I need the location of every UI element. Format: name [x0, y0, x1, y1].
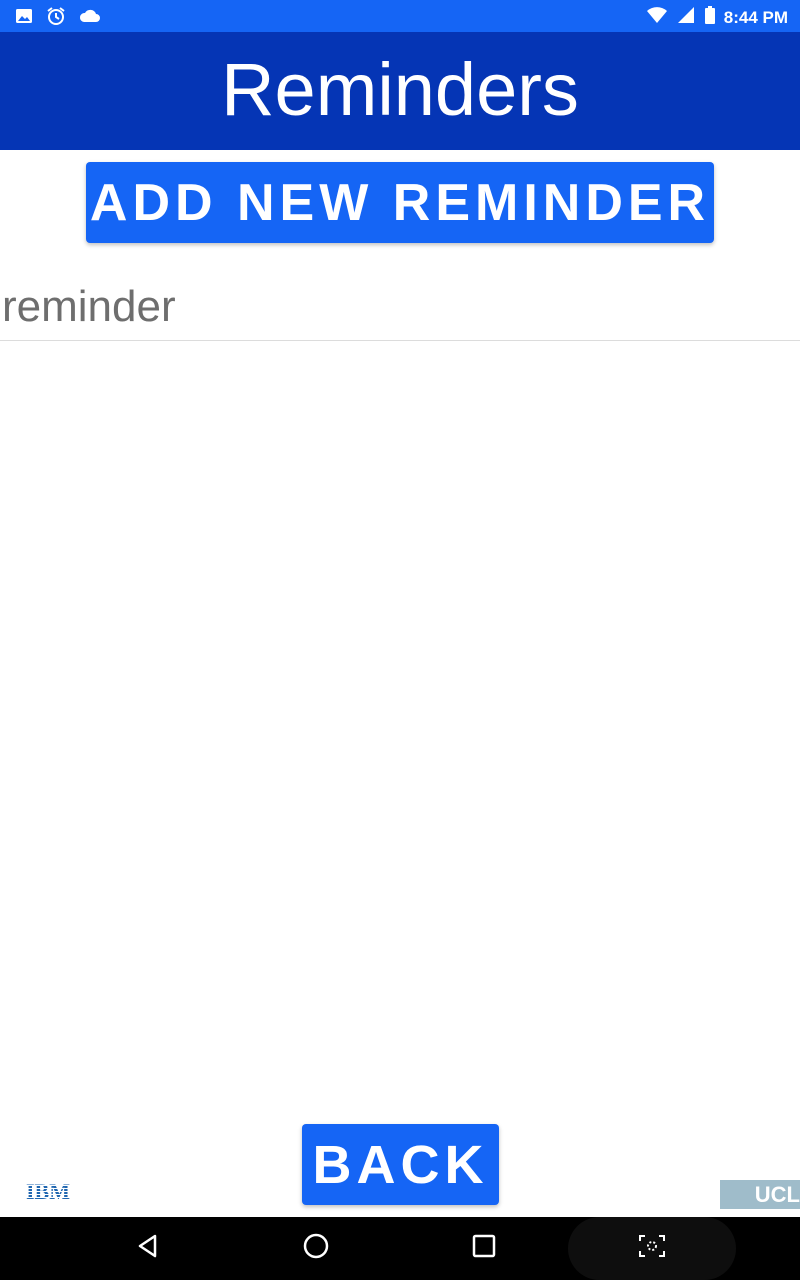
ibm-logo: IBM [26, 1179, 90, 1204]
signal-icon [676, 5, 696, 30]
back-button[interactable]: BACK [302, 1124, 499, 1205]
back-icon [135, 1233, 161, 1264]
cloud-icon [78, 6, 102, 31]
navigation-bar [0, 1217, 800, 1280]
recents-icon [471, 1233, 497, 1264]
screenshot-icon [638, 1234, 666, 1263]
home-icon [302, 1232, 330, 1265]
image-icon [14, 6, 34, 31]
wifi-icon [646, 5, 668, 30]
status-left-icons [14, 6, 102, 31]
app-bar: Reminders [0, 32, 800, 150]
nav-home-button[interactable] [276, 1217, 356, 1280]
reminder-text: reminder [2, 282, 176, 331]
ucl-logo-text: UCL [754, 1181, 800, 1207]
battery-icon [704, 5, 716, 30]
alarm-icon [46, 6, 66, 31]
status-bar: 8:44 PM [0, 0, 800, 32]
status-right-icons: 8:44 PM [646, 5, 788, 30]
nav-back-button[interactable] [108, 1217, 188, 1280]
add-new-reminder-button[interactable]: ADD NEW REMINDER [86, 162, 714, 243]
page-title: Reminders [221, 48, 579, 131]
nav-screenshot-button[interactable] [612, 1217, 692, 1280]
status-time: 8:44 PM [723, 7, 788, 27]
reminder-list-item[interactable]: reminder [0, 270, 800, 341]
nav-recents-button[interactable] [444, 1217, 524, 1280]
ucl-logo: UCL [720, 1180, 800, 1209]
